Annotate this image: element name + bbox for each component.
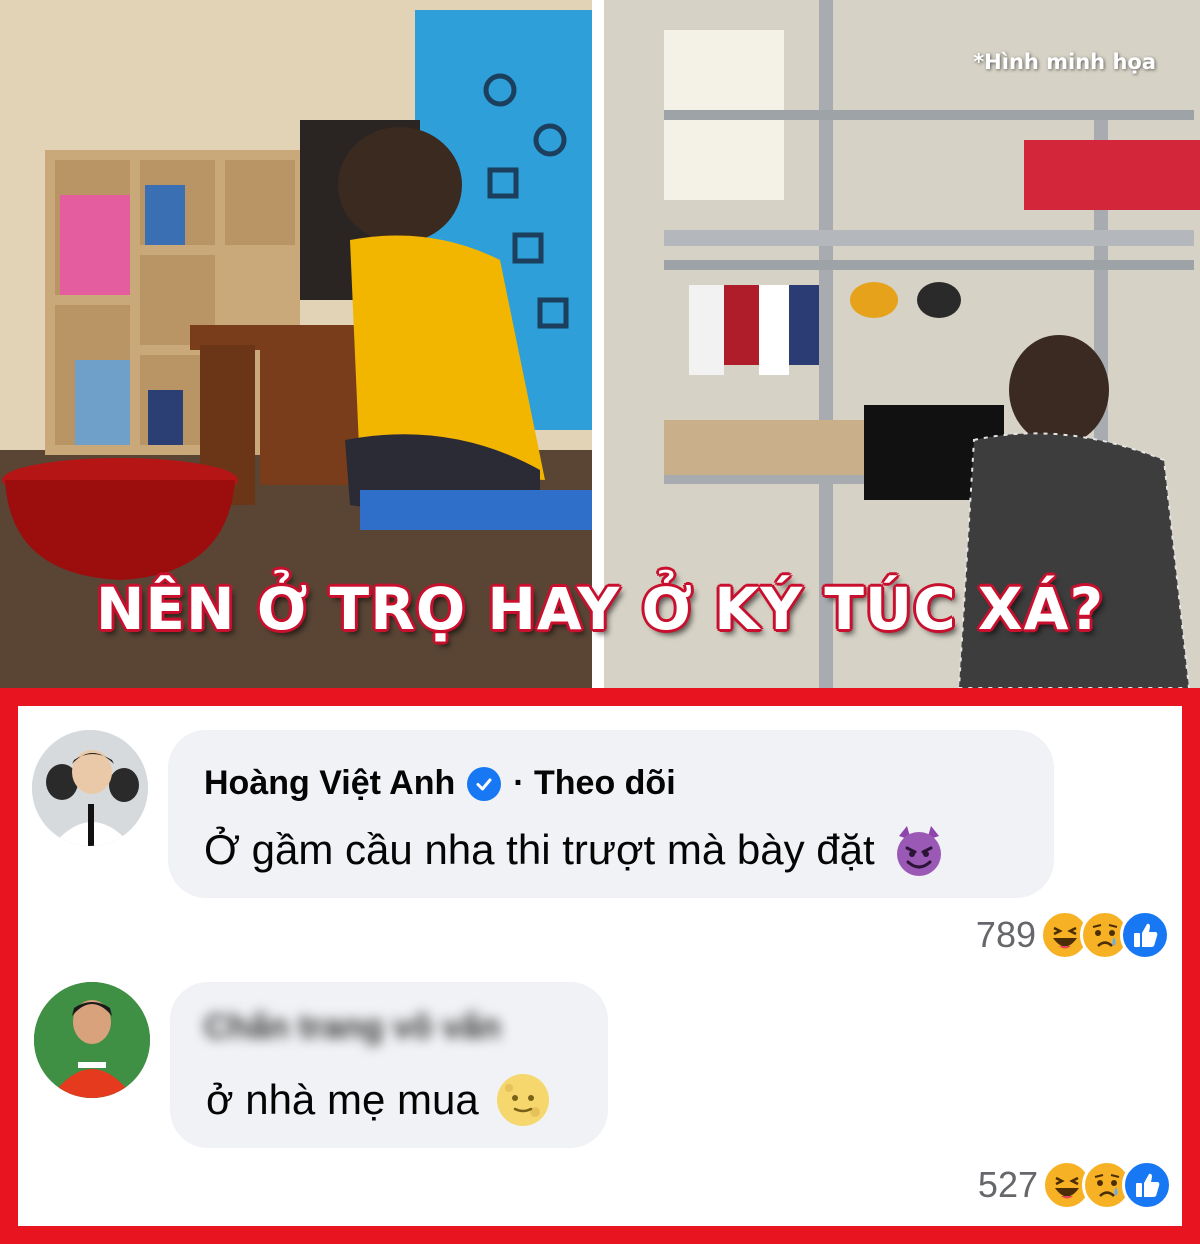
- comment-text: Ở gầm cầu nha thi trượt mà bày đặt: [204, 822, 947, 878]
- banner-title: NÊN Ở TRỌ HAY Ở KÝ TÚC XÁ?: [95, 575, 1105, 643]
- reaction-summary[interactable]: 789: [976, 910, 1170, 960]
- illustration-note: *Hình minh họa: [973, 50, 1156, 74]
- avatar-image: [34, 982, 150, 1098]
- header-banner: *Hình minh họa NÊN Ở TRỌ HAY Ở KÝ TÚC XÁ…: [0, 0, 1200, 688]
- reaction-summary[interactable]: 527: [978, 1160, 1172, 1210]
- like-icon: [1120, 910, 1170, 960]
- comment-2: Chấn trang vô vấn ở nhà mẹ mua 527: [18, 968, 1182, 1244]
- reaction-count: 789: [975, 914, 1036, 955]
- comment-text: ở nhà mẹ mua: [206, 1072, 551, 1128]
- reaction-count: 527: [977, 1164, 1038, 1205]
- avatar[interactable]: [34, 982, 150, 1098]
- comment-bubble: Chấn trang vô vấn ở nhà mẹ mua: [170, 982, 608, 1148]
- avatar-image: [32, 730, 148, 846]
- verified-badge-icon: [467, 766, 502, 801]
- comment-text-content: Ở gầm cầu nha thi trượt mà bày đặt: [204, 826, 875, 873]
- author-row: Hoàng Việt Anh · Theo dõi: [204, 764, 676, 803]
- comment-text-content: ở nhà mẹ mua: [206, 1076, 479, 1123]
- avatar[interactable]: [32, 730, 148, 846]
- author-name[interactable]: Hoàng Việt Anh: [204, 764, 455, 803]
- comments-panel: Hoàng Việt Anh · Theo dõi Ở gầm cầu nha …: [0, 688, 1200, 1244]
- follow-link[interactable]: · Theo dõi: [513, 764, 675, 803]
- devil-smile-icon: [891, 822, 947, 878]
- moon-face-icon: [495, 1072, 551, 1128]
- comment-1: Hoàng Việt Anh · Theo dõi Ở gầm cầu nha …: [18, 706, 1182, 966]
- author-name-blurred[interactable]: Chấn trang vô vấn: [204, 1008, 501, 1047]
- comment-bubble: Hoàng Việt Anh · Theo dõi Ở gầm cầu nha …: [168, 730, 1054, 898]
- like-icon: [1122, 1160, 1172, 1210]
